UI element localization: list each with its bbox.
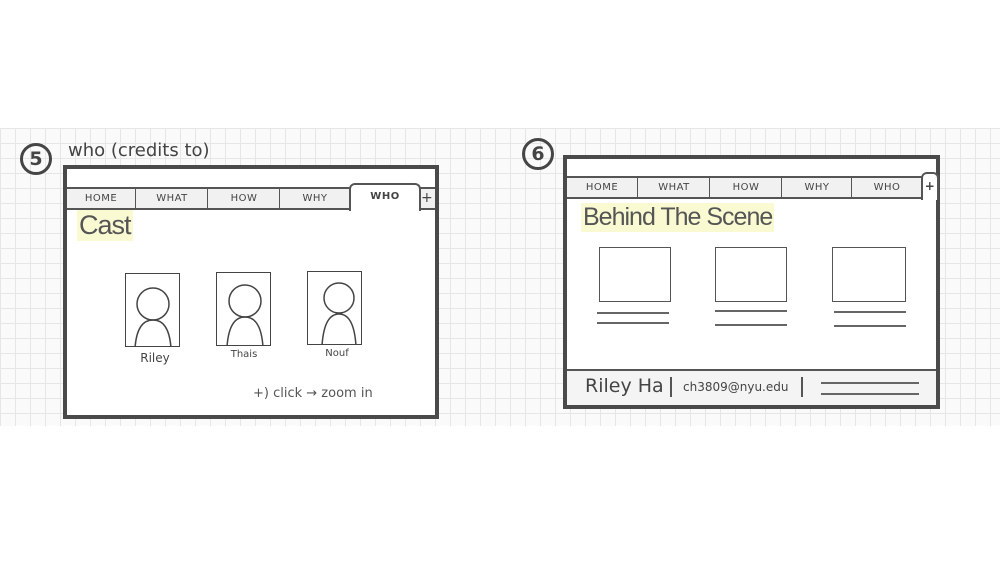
footer-line xyxy=(821,382,919,384)
footer-name: Riley Ha xyxy=(585,375,664,397)
bts-photo-3[interactable] xyxy=(832,247,906,302)
person-icon xyxy=(321,282,357,344)
tab-home[interactable]: HOME xyxy=(67,189,136,208)
tab-what[interactable]: WHAT xyxy=(137,189,208,208)
page-heading: Cast xyxy=(77,210,133,241)
plus-icon[interactable]: + xyxy=(921,172,939,200)
tab-who[interactable]: WHO xyxy=(853,178,921,197)
person-icon xyxy=(134,287,172,346)
cast-name-riley: Riley xyxy=(140,351,170,365)
cast-name-nouf: Nouf xyxy=(325,348,349,359)
nav-tab-bar: HOME WHAT HOW WHY WHO + xyxy=(67,183,435,211)
screen-caption: who (credits to) xyxy=(68,140,210,161)
caption-line xyxy=(715,310,787,312)
step-number-5: 5 xyxy=(20,143,52,175)
nav-tab-bar: HOME WHAT HOW WHY WHO + xyxy=(567,172,939,200)
caption-line xyxy=(597,312,669,314)
cast-name-thais: Thais xyxy=(230,349,258,360)
caption-line xyxy=(834,311,906,313)
tab-who[interactable]: WHO xyxy=(349,183,421,211)
cast-photo-riley[interactable] xyxy=(125,273,180,347)
plus-icon[interactable]: + xyxy=(421,189,433,208)
who-page-frame: HOME WHAT HOW WHY WHO + Cast Riley Thais… xyxy=(63,165,439,419)
caption-line xyxy=(597,322,669,324)
cast-photo-nouf[interactable] xyxy=(307,271,362,345)
footer-divider xyxy=(801,377,803,397)
footer: Riley Ha ch3809@nyu.edu xyxy=(567,369,936,405)
tab-what[interactable]: WHAT xyxy=(639,178,710,197)
tab-how[interactable]: HOW xyxy=(711,178,782,197)
behind-the-scene-page-frame: HOME WHAT HOW WHY WHO + Behind The Scene… xyxy=(563,155,940,409)
footer-divider xyxy=(670,377,672,397)
zoom-note: +) click → zoom in xyxy=(253,386,373,401)
page-heading: Behind The Scene xyxy=(581,203,775,232)
footer-line xyxy=(821,393,919,395)
tab-why[interactable]: WHY xyxy=(281,189,349,208)
caption-line xyxy=(715,324,787,326)
tab-why[interactable]: WHY xyxy=(783,178,852,197)
bts-photo-1[interactable] xyxy=(599,247,671,302)
tab-home[interactable]: HOME xyxy=(567,178,638,197)
tab-how[interactable]: HOW xyxy=(209,189,280,208)
person-icon xyxy=(226,284,264,345)
bts-photo-2[interactable] xyxy=(715,247,787,302)
cast-photo-thais[interactable] xyxy=(216,272,271,346)
footer-email[interactable]: ch3809@nyu.edu xyxy=(683,380,788,394)
caption-line xyxy=(834,325,906,327)
step-number-6: 6 xyxy=(522,138,554,170)
